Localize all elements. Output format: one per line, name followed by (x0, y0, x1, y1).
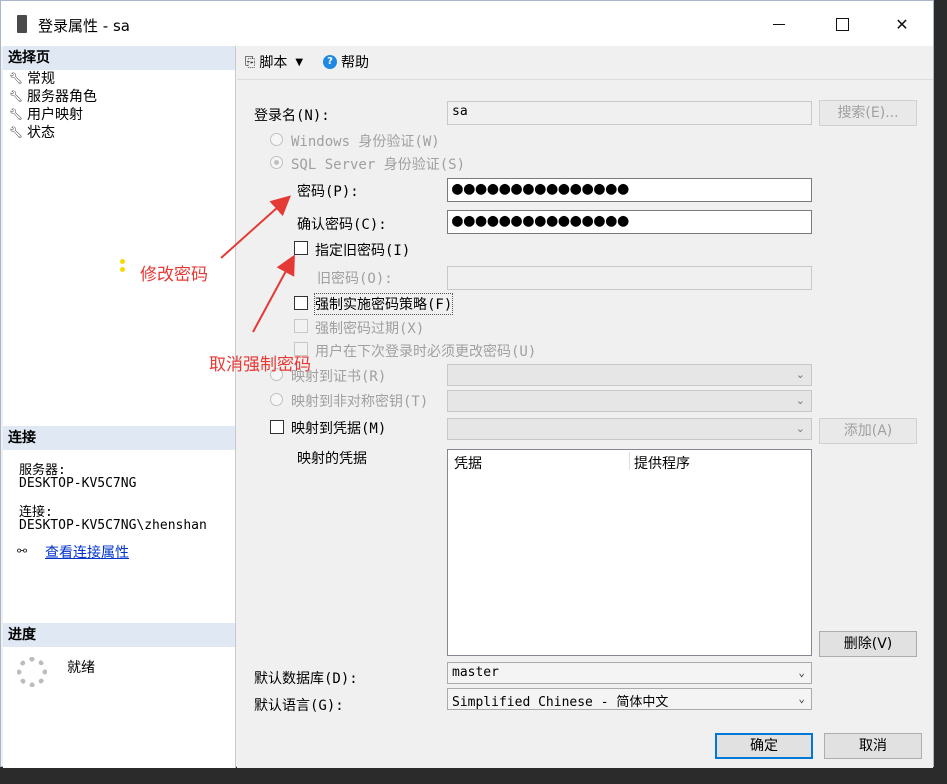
yellow-dots-marker (120, 259, 125, 273)
arrow-to-password (220, 195, 291, 259)
annotation-cancel-enforce: 取消强制密码 (209, 355, 311, 375)
annotation-arrows (220, 195, 295, 333)
annotation-modify-password: 修改密码 (140, 265, 208, 285)
arrow-to-specify-old (252, 254, 295, 333)
